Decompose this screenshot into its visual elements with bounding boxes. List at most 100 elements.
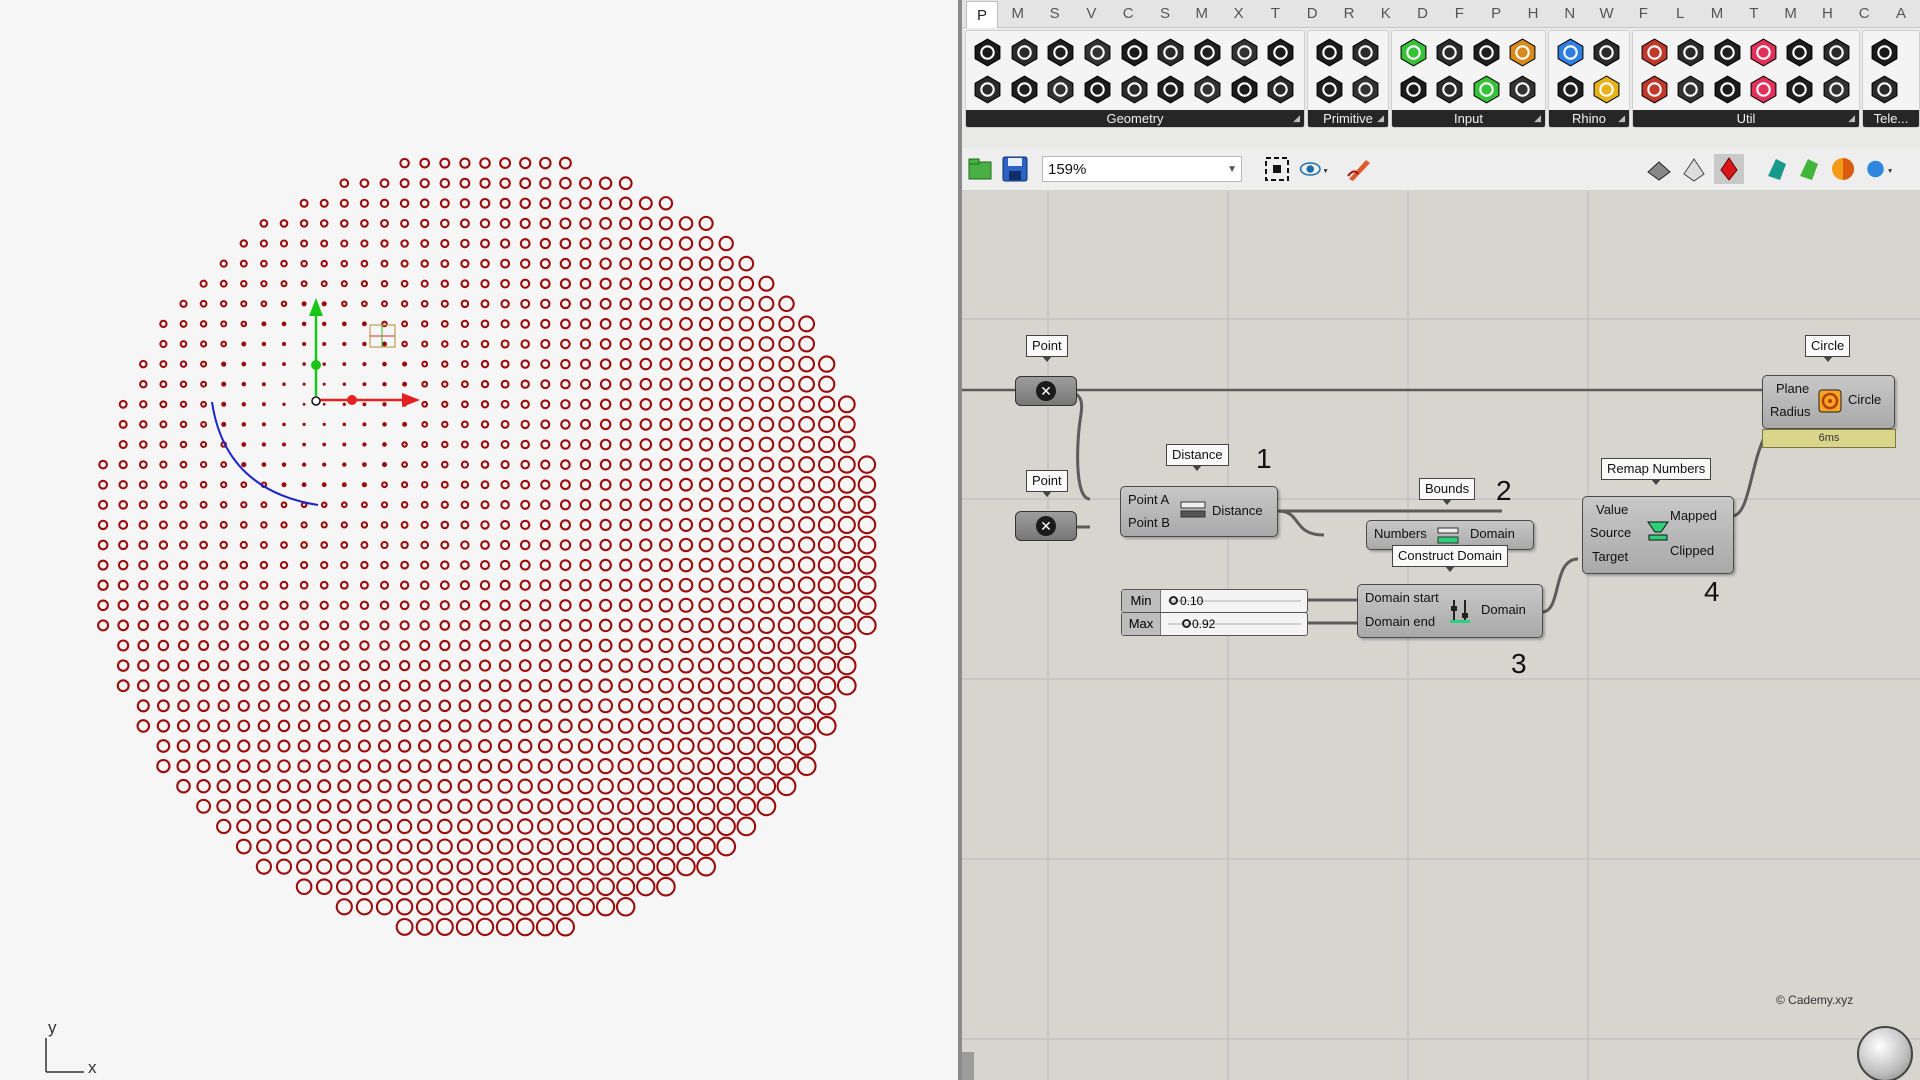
ribbon-component-icon[interactable] (1082, 74, 1113, 105)
sketch-pen-icon[interactable] (1344, 154, 1374, 184)
preview-wire-icon[interactable] (1644, 154, 1674, 184)
remap-input-target[interactable]: Target (1592, 549, 1628, 564)
ribbon-component-icon[interactable] (1192, 74, 1223, 105)
tab-f-18[interactable]: F (1628, 0, 1658, 27)
zoom-dropdown[interactable]: 159% ▼ (1042, 156, 1242, 182)
tab-d-9[interactable]: D (1297, 0, 1327, 27)
preview-selected-icon[interactable] (1714, 154, 1744, 184)
ribbon-component-icon[interactable] (1591, 74, 1622, 105)
tab-l-19[interactable]: L (1665, 0, 1695, 27)
tab-v-3[interactable]: V (1076, 0, 1106, 27)
tab-p-14[interactable]: P (1481, 0, 1511, 27)
tab-c-4[interactable]: C (1113, 0, 1143, 27)
ribbon-component-icon[interactable] (972, 37, 1003, 68)
tab-a-25[interactable]: A (1886, 0, 1916, 27)
tab-m-1[interactable]: M (1003, 0, 1033, 27)
viewport-canvas[interactable] (0, 0, 960, 1080)
tab-x-7[interactable]: X (1224, 0, 1254, 27)
tab-c-24[interactable]: C (1849, 0, 1879, 27)
tab-m-22[interactable]: M (1776, 0, 1806, 27)
remap-input-value[interactable]: Value (1596, 502, 1628, 517)
ribbon-component-icon[interactable] (1555, 37, 1586, 68)
ribbon-component-icon[interactable] (1748, 74, 1779, 105)
ribbon-component-icon[interactable] (1119, 74, 1150, 105)
point-a-param[interactable]: ✕ (1015, 376, 1077, 406)
ribbon-component-icon[interactable] (1155, 37, 1186, 68)
ribbon-component-icon[interactable] (1507, 74, 1538, 105)
ribbon-component-icon[interactable] (1398, 37, 1429, 68)
slider-max[interactable]: Max 0.92 (1121, 612, 1308, 636)
slider-max-knob[interactable] (1181, 619, 1191, 628)
canvas-scrollbar[interactable] (962, 1052, 974, 1080)
ribbon-component-icon[interactable] (1155, 74, 1186, 105)
tab-s-5[interactable]: S (1150, 0, 1180, 27)
ribbon-component-icon[interactable] (1675, 37, 1706, 68)
ribbon-component-icon[interactable] (1784, 74, 1815, 105)
open-file-icon[interactable] (966, 154, 996, 184)
ribbon-component-icon[interactable] (1712, 37, 1743, 68)
tab-s-2[interactable]: S (1040, 0, 1070, 27)
distance-output[interactable]: Distance (1212, 503, 1263, 518)
ribbon-component-icon[interactable] (1555, 74, 1586, 105)
tab-d-12[interactable]: D (1408, 0, 1438, 27)
mesh-quality-icon[interactable] (1762, 154, 1792, 184)
ribbon-component-icon[interactable] (1119, 37, 1150, 68)
tab-p-0[interactable]: P (966, 1, 998, 29)
distance-input-a[interactable]: Point A (1128, 492, 1169, 507)
tab-f-13[interactable]: F (1444, 0, 1474, 27)
ribbon-component-icon[interactable] (972, 74, 1003, 105)
ribbon-component-icon[interactable] (1869, 37, 1900, 68)
ribbon-component-icon[interactable] (1748, 37, 1779, 68)
construct-domain-input-end[interactable]: Domain end (1365, 614, 1435, 629)
ribbon-component-icon[interactable] (1009, 74, 1040, 105)
ribbon-component-icon[interactable] (1229, 74, 1260, 105)
grasshopper-canvas[interactable]: Point ✕ Point ✕ Distance 1 Point A Point… (962, 191, 1920, 1080)
zoom-extents-icon[interactable] (1262, 154, 1292, 184)
ribbon-component-icon[interactable] (1471, 37, 1502, 68)
tab-t-8[interactable]: T (1260, 0, 1290, 27)
ribbon-component-icon[interactable] (1821, 74, 1852, 105)
ribbon-component-icon[interactable] (1045, 74, 1076, 105)
tab-r-10[interactable]: R (1334, 0, 1364, 27)
bounds-output[interactable]: Domain (1470, 526, 1515, 541)
construct-domain-component[interactable]: Domain start Domain end Domain (1357, 584, 1543, 638)
ribbon-component-icon[interactable] (1434, 37, 1465, 68)
preview-eye-icon[interactable]: ▼ (1299, 154, 1329, 184)
distance-input-b[interactable]: Point B (1128, 515, 1170, 530)
ribbon-component-icon[interactable] (1229, 37, 1260, 68)
ribbon-component-icon[interactable] (1591, 37, 1622, 68)
circle-input-plane[interactable]: Plane (1776, 381, 1809, 396)
save-file-icon[interactable] (1000, 154, 1030, 184)
ribbon-component-icon[interactable] (1639, 74, 1670, 105)
ribbon-component-icon[interactable] (1350, 74, 1381, 105)
remap-component[interactable]: Value Source Target Mapped Clipped (1582, 496, 1734, 574)
construct-domain-input-start[interactable]: Domain start (1365, 590, 1439, 605)
tab-m-20[interactable]: M (1702, 0, 1732, 27)
ribbon-component-icon[interactable] (1869, 74, 1900, 105)
ribbon-component-icon[interactable] (1784, 37, 1815, 68)
ribbon-component-icon[interactable] (1314, 37, 1345, 68)
ribbon-component-icon[interactable] (1639, 37, 1670, 68)
ribbon-component-icon[interactable] (1675, 74, 1706, 105)
ribbon-component-icon[interactable] (1314, 74, 1345, 105)
ribbon-component-icon[interactable] (1192, 37, 1223, 68)
tab-n-16[interactable]: N (1555, 0, 1585, 27)
circle-component[interactable]: Plane Radius Circle (1762, 375, 1895, 429)
circle-output[interactable]: Circle (1848, 392, 1881, 407)
remap-output-mapped[interactable]: Mapped (1670, 508, 1717, 523)
ribbon-component-icon[interactable] (1082, 37, 1113, 68)
distance-component[interactable]: Point A Point B Distance (1120, 486, 1278, 537)
ribbon-component-icon[interactable] (1350, 37, 1381, 68)
slider-min-knob[interactable] (1169, 596, 1179, 605)
ribbon-component-icon[interactable] (1821, 37, 1852, 68)
remap-input-source[interactable]: Source (1590, 525, 1631, 540)
ribbon-component-icon[interactable] (1507, 37, 1538, 68)
remap-output-clipped[interactable]: Clipped (1670, 543, 1714, 558)
ribbon-component-icon[interactable] (1265, 37, 1296, 68)
tab-m-6[interactable]: M (1187, 0, 1217, 27)
ribbon-component-icon[interactable] (1045, 37, 1076, 68)
tab-w-17[interactable]: W (1592, 0, 1622, 27)
tab-h-15[interactable]: H (1518, 0, 1548, 27)
ribbon-component-icon[interactable] (1265, 74, 1296, 105)
preview-shaded-icon[interactable] (1679, 154, 1709, 184)
